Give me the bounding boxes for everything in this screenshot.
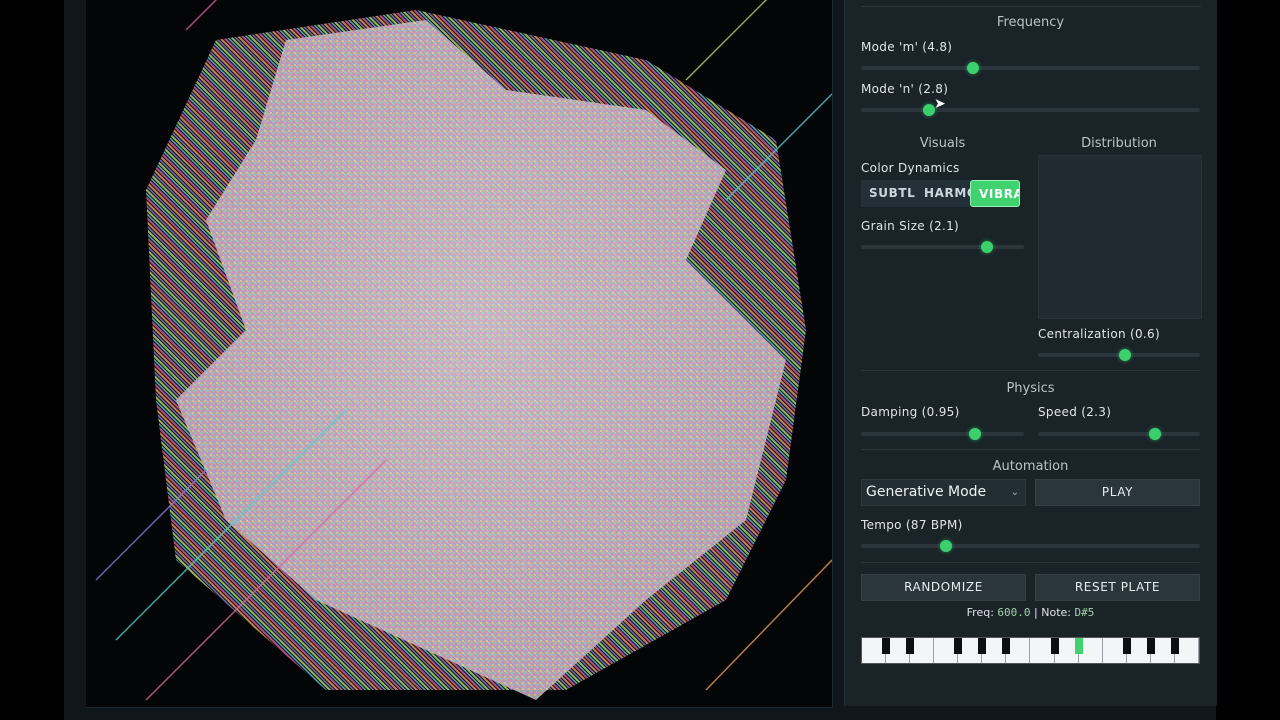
tempo-slider-thumb[interactable] bbox=[939, 540, 952, 552]
grain-size-slider-thumb[interactable] bbox=[980, 241, 993, 253]
generative-mode-select-value: Generative Mode bbox=[866, 484, 987, 500]
section-divider bbox=[861, 449, 1200, 450]
grain-size-label: Grain Size (2.1) bbox=[861, 219, 960, 233]
color-option-subtle[interactable]: SUBTLE bbox=[861, 180, 916, 207]
mode-m-slider[interactable] bbox=[861, 62, 1200, 74]
piano-black-key-active[interactable] bbox=[1074, 638, 1083, 654]
frequency-section-title: Frequency bbox=[996, 15, 1065, 30]
color-option-harmonic[interactable]: HARMONIC bbox=[916, 180, 970, 207]
color-option-vibrant[interactable]: VIBRANT bbox=[970, 180, 1020, 207]
frequency-readout: Freq: 600.0 | Note: D#5 bbox=[861, 606, 1200, 619]
note-value: D#5 bbox=[1074, 606, 1095, 619]
physics-section-title: Physics bbox=[1006, 381, 1055, 396]
centralization-slider[interactable] bbox=[1038, 349, 1200, 361]
section-divider bbox=[861, 370, 1200, 371]
centralization-slider-thumb[interactable] bbox=[1119, 349, 1132, 361]
centralization-label: Centralization (0.6) bbox=[1038, 327, 1160, 341]
piano-black-key[interactable] bbox=[1050, 638, 1059, 654]
distribution-preview bbox=[1038, 155, 1202, 319]
piano-black-key[interactable] bbox=[1170, 638, 1179, 654]
damping-slider-thumb[interactable] bbox=[969, 428, 982, 440]
speed-slider-thumb[interactable] bbox=[1148, 428, 1161, 440]
panel-top-divider bbox=[861, 6, 1201, 7]
reset-plate-button[interactable]: RESET PLATE bbox=[1035, 574, 1200, 601]
speed-label: Speed (2.3) bbox=[1038, 405, 1112, 419]
tempo-slider[interactable] bbox=[861, 540, 1200, 552]
section-divider bbox=[861, 562, 1200, 563]
mode-n-slider-thumb[interactable] bbox=[922, 104, 935, 116]
particle-field bbox=[95, 0, 832, 701]
automation-section-title: Automation bbox=[992, 459, 1069, 474]
piano-black-key[interactable] bbox=[882, 638, 891, 654]
mode-m-slider-thumb[interactable] bbox=[966, 62, 979, 74]
damping-slider[interactable] bbox=[861, 428, 1024, 440]
chevron-down-icon: ⌄ bbox=[1010, 487, 1019, 498]
letterbox-right bbox=[1216, 0, 1280, 720]
note-prefix: | Note: bbox=[1034, 606, 1071, 619]
speed-slider[interactable] bbox=[1038, 428, 1200, 440]
mode-n-label: Mode 'n' (2.8) bbox=[861, 82, 949, 96]
letterbox-left bbox=[0, 0, 64, 720]
piano-black-key[interactable] bbox=[1122, 638, 1131, 654]
visuals-section-title: Visuals bbox=[919, 136, 966, 151]
distribution-section-title: Distribution bbox=[1081, 136, 1157, 151]
play-button[interactable]: PLAY bbox=[1035, 479, 1200, 506]
color-dynamics-selector: SUBTLE HARMONIC VIBRANT bbox=[861, 180, 1024, 207]
freq-prefix: Freq: bbox=[966, 606, 994, 619]
color-dynamics-label: Color Dynamics bbox=[861, 161, 960, 175]
control-panel: Frequency Mode 'm' (4.8) Mode 'n' (2.8) … bbox=[844, 0, 1217, 706]
randomize-button[interactable]: RANDOMIZE bbox=[861, 574, 1026, 601]
mode-n-slider[interactable] bbox=[861, 104, 1200, 116]
piano-black-key[interactable] bbox=[1146, 638, 1155, 654]
piano-black-key[interactable] bbox=[906, 638, 915, 654]
chladni-visualization-canvas[interactable] bbox=[86, 0, 833, 708]
piano-keyboard[interactable] bbox=[861, 637, 1200, 664]
piano-black-key[interactable] bbox=[954, 638, 963, 654]
damping-label: Damping (0.95) bbox=[861, 405, 960, 419]
grain-size-slider[interactable] bbox=[861, 241, 1024, 253]
tempo-label: Tempo (87 BPM) bbox=[861, 518, 963, 532]
piano-black-key[interactable] bbox=[978, 638, 987, 654]
piano-black-key[interactable] bbox=[1002, 638, 1011, 654]
generative-mode-select[interactable]: Generative Mode ⌄ bbox=[861, 479, 1026, 506]
freq-value: 600.0 bbox=[997, 606, 1031, 619]
mode-m-label: Mode 'm' (4.8) bbox=[861, 40, 953, 54]
mouse-cursor-icon: ➤ bbox=[934, 96, 946, 112]
